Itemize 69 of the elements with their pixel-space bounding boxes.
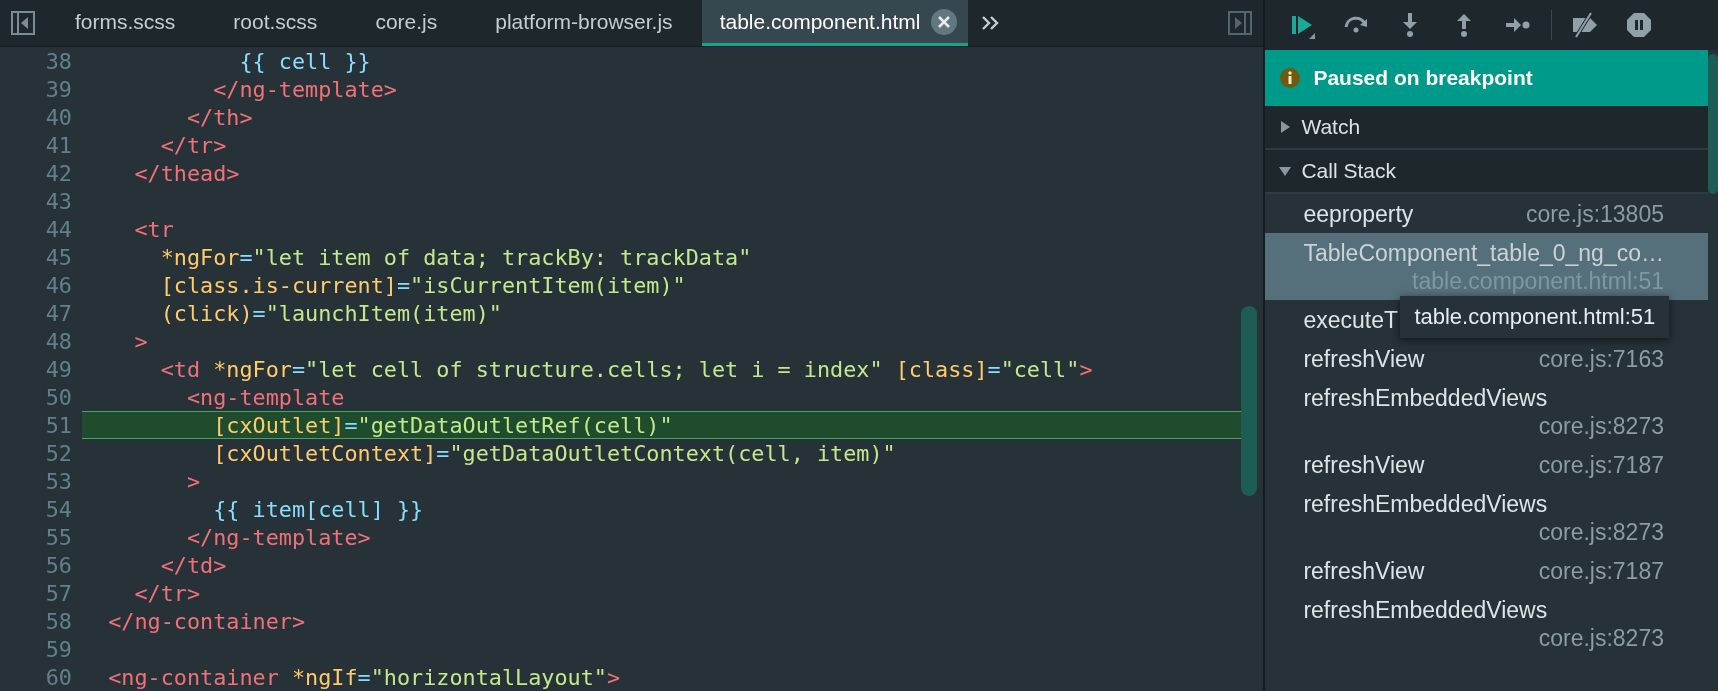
section-header[interactable]: Watch: [1265, 106, 1708, 150]
line-number: 41: [44, 132, 72, 158]
line-number: 52: [44, 440, 72, 466]
line-number: 42: [44, 160, 72, 186]
file-tab[interactable]: platform-browser.js: [466, 0, 702, 46]
call-stack-frame[interactable]: refreshEmbeddedViews core.js:8273: [1265, 378, 1708, 445]
toggle-debugger-icon[interactable]: [1226, 9, 1255, 37]
line-number: 53: [44, 468, 72, 494]
deactivate-breakpoints-icon[interactable]: [1571, 11, 1600, 39]
section-header[interactable]: Call Stack: [1265, 150, 1708, 194]
scrollbar[interactable]: [1241, 306, 1258, 496]
code-line: (click)="launchItem(item)": [159, 299, 503, 327]
line-number: 45: [44, 244, 72, 270]
line-number: 50: [44, 384, 72, 410]
call-stack-frame[interactable]: refreshView core.js:7163: [1265, 339, 1708, 378]
code-line: <ng-container *ngIf="horizontalLayout">: [107, 663, 622, 691]
code-line: {{ cell }}: [238, 47, 372, 75]
caret-down-icon: [1279, 165, 1292, 177]
line-number: 48: [44, 328, 72, 354]
call-stack-frame[interactable]: refreshView core.js:7187: [1265, 445, 1708, 484]
line-number: 59: [44, 636, 72, 662]
code-line: </tr>: [159, 131, 228, 159]
call-stack-frame[interactable]: refreshView core.js:7187: [1265, 551, 1708, 590]
line-number: 54: [44, 496, 72, 522]
code-line: </tr>: [133, 579, 202, 607]
line-number: 39: [44, 76, 72, 102]
line-number: 55: [44, 524, 72, 550]
pause-icon[interactable]: [1625, 11, 1654, 39]
code-line: >: [133, 327, 149, 355]
code-line: <tr: [133, 215, 175, 243]
call-stack-frame[interactable]: eeproperty core.js:13805: [1265, 194, 1708, 233]
toggle-sidebar-icon[interactable]: [9, 9, 37, 37]
code-line: </th>: [185, 103, 254, 131]
info-icon: [1279, 67, 1302, 89]
code-line: <ng-template: [185, 383, 346, 411]
status-text: Paused on breakpoint: [1313, 66, 1533, 90]
line-number: 43: [44, 188, 72, 214]
code-line: [class.is-current]="isCurrentItem(item)": [159, 271, 687, 299]
code-line: </td>: [159, 551, 228, 579]
file-tab[interactable]: core.js: [346, 0, 467, 46]
close-icon[interactable]: [930, 7, 959, 36]
file-tab[interactable]: table.component.html: [701, 0, 969, 46]
line-number: 49: [44, 356, 72, 382]
line-number: 38: [44, 48, 72, 74]
code-line: {{ item[cell] }}: [212, 495, 425, 523]
file-tab[interactable]: forms.scss: [46, 0, 205, 46]
file-tab[interactable]: root.scss: [204, 0, 347, 46]
tooltip: table.component.html:51: [1400, 296, 1670, 338]
caret-right-icon: [1279, 121, 1292, 133]
scrollbar[interactable]: [1708, 54, 1718, 194]
code-line: </ng-template>: [212, 75, 398, 103]
line-number: 60: [44, 664, 72, 690]
line-number: 40: [44, 104, 72, 130]
code-line: [cxOutletContext]="getDataOutletContext(cell, item)": [212, 439, 897, 467]
line-number: 56: [44, 552, 72, 578]
code-line: >: [185, 467, 202, 495]
line-number: 51: [44, 412, 72, 438]
call-stack-frame[interactable]: refreshEmbeddedViews core.js:8273: [1265, 484, 1708, 551]
line-number: 44: [44, 216, 72, 242]
code-line: </thead>: [133, 159, 241, 187]
call-stack-frame[interactable]: refreshEmbeddedViews core.js:8273: [1265, 590, 1708, 657]
line-number: 58: [44, 608, 72, 634]
line-number: 47: [44, 300, 72, 326]
code-line: *ngFor="let item of data; trackBy: trackData": [159, 243, 753, 271]
code-line: <td *ngFor="let cell of structure.cells; let i = index" [class]="cell">: [159, 355, 1094, 383]
code-line: </ng-container>: [107, 607, 307, 635]
line-number: 57: [44, 580, 72, 606]
code-line: </ng-template>: [185, 523, 372, 551]
line-number: 46: [44, 272, 72, 298]
